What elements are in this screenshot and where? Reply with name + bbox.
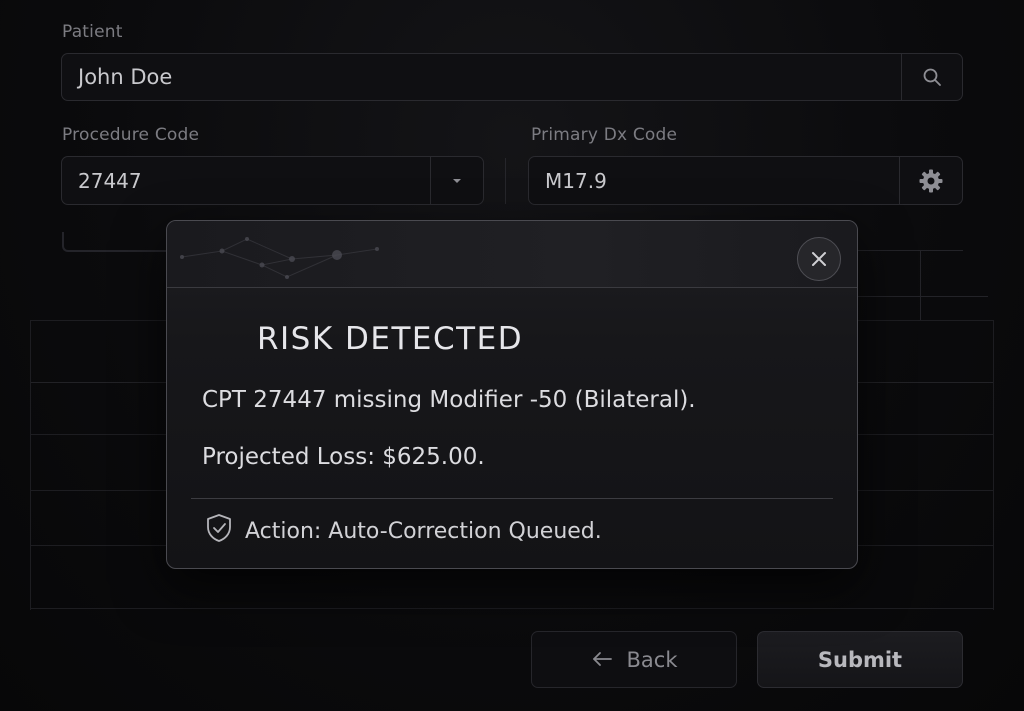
patient-value: John Doe (78, 65, 173, 89)
submit-button-label: Submit (817, 647, 903, 672)
primary-dx-value: M17.9 (545, 168, 607, 193)
alert-message: CPT 27447 missing Modifier -50 (Bilatera… (202, 387, 696, 413)
column-divider (993, 320, 994, 610)
risk-alert-modal: RISK DETECTED CPT 27447 missing Modifier… (166, 220, 858, 569)
action-status: Action: Auto-Correction Queued. (205, 513, 602, 549)
action-status-text: Action: Auto-Correction Queued. (245, 518, 602, 544)
arrow-left-icon (591, 648, 613, 672)
obscured-control (62, 232, 174, 252)
search-icon[interactable] (901, 54, 962, 100)
column-divider (30, 320, 31, 610)
modal-divider (191, 498, 833, 499)
chevron-down-icon[interactable] (430, 157, 483, 204)
row-divider (858, 250, 963, 251)
back-button-label: Back (626, 647, 678, 672)
patient-label: Patient (62, 22, 123, 42)
shield-check-icon (205, 513, 233, 549)
row-divider (30, 608, 994, 609)
alert-title: RISK DETECTED (257, 321, 524, 357)
primary-dx-input[interactable]: M17.9 (528, 156, 963, 205)
procedure-code-value: 27447 (78, 168, 142, 193)
procedure-code-label: Procedure Code (62, 125, 200, 145)
projected-loss: Projected Loss: $625.00. (202, 444, 485, 470)
back-button[interactable]: Back (531, 631, 737, 688)
row-divider (858, 296, 988, 297)
field-separator (505, 158, 506, 204)
modal-header (167, 221, 857, 288)
billing-form-page: Patient John Doe Procedure Code 27447 Pr… (0, 0, 1024, 711)
column-divider (920, 250, 921, 320)
primary-dx-label: Primary Dx Code (531, 125, 678, 145)
gear-icon[interactable] (899, 157, 962, 204)
patient-input[interactable]: John Doe (61, 53, 963, 101)
procedure-code-select[interactable]: 27447 (61, 156, 484, 205)
close-icon (812, 252, 826, 266)
submit-button[interactable]: Submit (757, 631, 963, 688)
network-decoration (180, 237, 379, 279)
close-button[interactable] (797, 237, 841, 281)
